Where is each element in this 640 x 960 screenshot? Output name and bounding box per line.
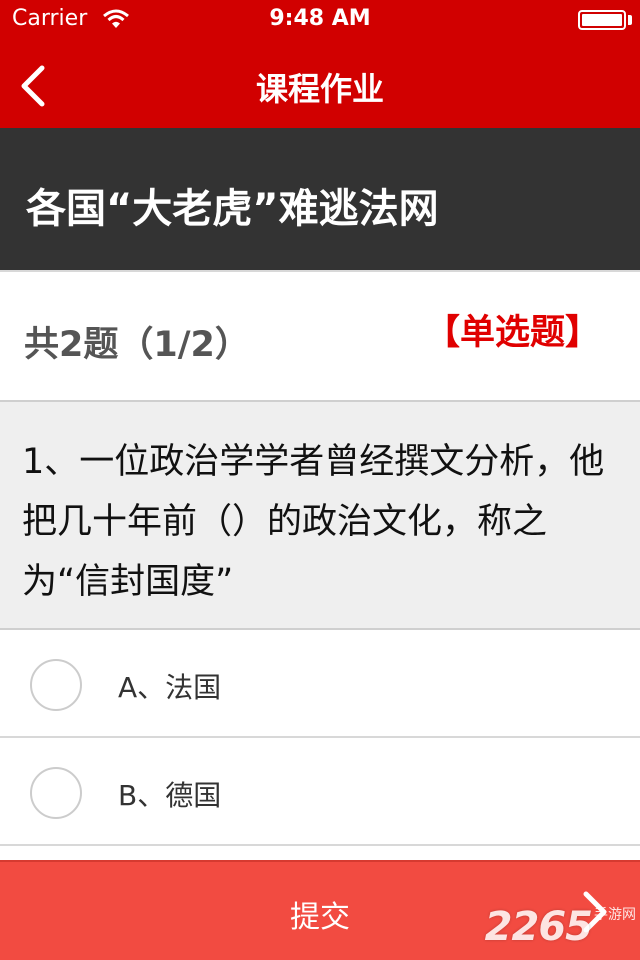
article-title: 各国“大老虎”难逃法网 bbox=[26, 186, 439, 232]
option-a[interactable]: A、法国 bbox=[0, 632, 640, 738]
watermark-logo: 2265 手游网 bbox=[485, 904, 636, 950]
question-counter-row: 共2题（1/2） 【单选题】 bbox=[0, 270, 640, 402]
article-header: 各国“大老虎”难逃法网 bbox=[0, 128, 640, 270]
page-title: 课程作业 bbox=[255, 70, 384, 108]
option-label: B、德国 bbox=[118, 779, 222, 812]
question-type-label: 【单选题】 bbox=[424, 313, 600, 353]
question-text: 1、一位政治学学者曾经撰文分析，他把几十年前（）的政治文化，称之为“信封国度” bbox=[22, 442, 605, 602]
status-bar: Carrier 9:48 AM bbox=[0, 0, 640, 40]
battery-tip bbox=[628, 15, 632, 25]
option-label: A、法国 bbox=[118, 671, 222, 704]
option-b[interactable]: B、德国 bbox=[0, 740, 640, 846]
battery-icon bbox=[578, 10, 626, 30]
question-counter: 共2题（1/2） bbox=[24, 325, 250, 365]
radio-button[interactable] bbox=[30, 767, 82, 819]
watermark-text: 手游网 bbox=[594, 907, 636, 923]
status-time: 9:48 AM bbox=[269, 6, 371, 31]
watermark-number: 2265 bbox=[484, 904, 593, 950]
radio-button[interactable] bbox=[30, 659, 82, 711]
question-box: 1、一位政治学学者曾经撰文分析，他把几十年前（）的政治文化，称之为“信封国度” bbox=[0, 400, 640, 630]
nav-bar: 课程作业 bbox=[0, 40, 640, 128]
